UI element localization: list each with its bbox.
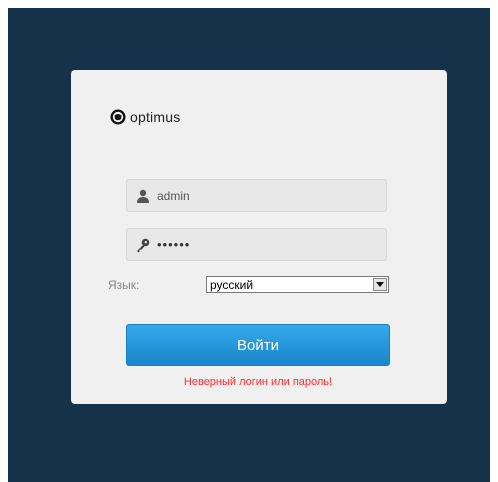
language-label: Язык: <box>108 278 140 292</box>
username-input[interactable] <box>157 188 377 203</box>
brand-logo: optimus <box>110 107 180 127</box>
language-selected-value: русский <box>210 277 254 292</box>
username-field[interactable] <box>126 179 387 212</box>
optimus-logo-icon <box>110 109 126 125</box>
key-icon <box>135 237 151 253</box>
login-button[interactable]: Войти <box>126 324 390 366</box>
dropdown-arrow-icon[interactable] <box>373 278 387 291</box>
password-input[interactable] <box>157 237 377 252</box>
user-icon <box>135 188 151 204</box>
language-select[interactable]: русский <box>206 276 389 293</box>
login-card: optimus Язык: русский Войти Неверный лог… <box>71 70 447 404</box>
brand-name: optimus <box>130 109 181 125</box>
password-field[interactable] <box>126 228 387 261</box>
error-message: Неверный логин или пароль! <box>183 376 333 388</box>
